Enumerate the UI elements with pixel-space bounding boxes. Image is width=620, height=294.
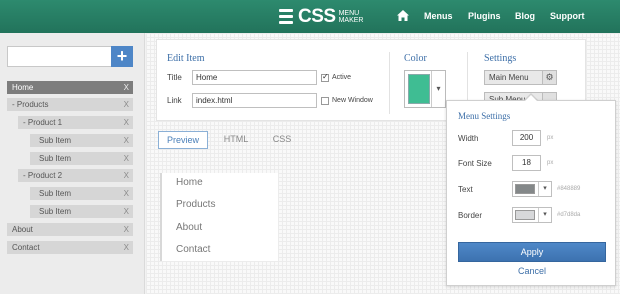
active-label: Active xyxy=(332,74,352,81)
width-input[interactable]: 200 xyxy=(512,130,541,146)
remove-icon[interactable]: X xyxy=(124,223,129,236)
title-label: Title xyxy=(167,73,182,82)
logo-icon xyxy=(279,7,295,27)
text-color-swatch xyxy=(515,184,535,194)
menu-settings-title: Menu Settings xyxy=(458,111,511,121)
logo-subtext: MENU MAKER xyxy=(338,10,364,24)
chevron-down-icon[interactable]: ▾ xyxy=(431,71,445,107)
remove-icon[interactable]: X xyxy=(124,152,129,165)
border-color-hex: #d7d8da xyxy=(557,212,581,218)
chevron-down-icon[interactable]: ▾ xyxy=(538,182,551,196)
new-window-checkbox[interactable] xyxy=(321,97,329,105)
main-menu-button[interactable]: Main Menu xyxy=(484,70,543,85)
color-title: Color xyxy=(404,53,427,64)
popup-arrow-inner xyxy=(524,95,538,102)
logo-text: CSS xyxy=(298,6,336,27)
border-color-label: Border xyxy=(458,211,483,220)
text-color-hex: #848889 xyxy=(557,186,581,192)
font-size-unit: px xyxy=(547,160,554,166)
title-input[interactable]: Home xyxy=(192,70,317,85)
new-window-label: New Window xyxy=(332,97,373,104)
remove-icon[interactable]: X xyxy=(124,241,129,254)
menu-preview: Home Products About Contact xyxy=(160,173,278,261)
edit-item-title: Edit Item xyxy=(167,53,205,64)
cancel-link[interactable]: Cancel xyxy=(447,266,617,276)
remove-icon[interactable]: X xyxy=(124,116,129,129)
nav-blog[interactable]: Blog xyxy=(515,11,535,21)
tree-item-product-2[interactable]: - Product 2 X xyxy=(18,169,133,182)
apply-button[interactable]: Apply xyxy=(458,242,606,262)
sidebar: + Home X - Products X - Product 1 X Sub … xyxy=(0,33,145,294)
tree-item-products[interactable]: - Products X xyxy=(7,98,133,111)
active-checkbox[interactable] xyxy=(321,72,329,82)
tree-item-sub-item[interactable]: Sub Item X xyxy=(30,134,133,147)
new-item-input[interactable] xyxy=(7,46,111,67)
remove-icon[interactable]: X xyxy=(124,134,129,147)
add-item-button[interactable]: + xyxy=(111,46,133,67)
preview-item-contact[interactable]: Contact xyxy=(176,244,210,255)
home-icon[interactable] xyxy=(397,10,409,21)
remove-icon[interactable]: X xyxy=(124,187,129,200)
tab-css[interactable]: CSS xyxy=(264,131,300,149)
remove-icon[interactable]: X xyxy=(124,169,129,182)
text-color-label: Text xyxy=(458,185,473,194)
chevron-down-icon[interactable]: ▾ xyxy=(538,208,551,222)
nav-support[interactable]: Support xyxy=(550,11,585,21)
logo[interactable]: CSS MENU MAKER xyxy=(279,6,363,28)
tree-item-product-1[interactable]: - Product 1 X xyxy=(18,116,133,129)
border-color-swatch xyxy=(515,210,535,220)
width-unit: px xyxy=(547,135,554,141)
text-color-picker[interactable]: ▾ xyxy=(512,181,552,197)
preview-item-home[interactable]: Home xyxy=(176,177,203,188)
tab-preview[interactable]: Preview xyxy=(158,131,208,149)
tree-item-sub-item[interactable]: Sub Item X xyxy=(30,187,133,200)
font-size-label: Font Size xyxy=(458,159,492,168)
gear-icon[interactable]: ⚙ xyxy=(542,70,557,85)
remove-icon[interactable]: X xyxy=(124,205,129,218)
color-swatch xyxy=(408,74,430,104)
remove-icon[interactable]: X xyxy=(124,98,129,111)
tree-item-sub-item[interactable]: Sub Item X xyxy=(30,152,133,165)
link-label: Link xyxy=(167,96,182,105)
font-size-input[interactable]: 18 xyxy=(512,155,541,171)
tree-item-sub-item[interactable]: Sub Item X xyxy=(30,205,133,218)
top-header: CSS MENU MAKER Menus Plugins Blog Suppor… xyxy=(0,0,620,33)
remove-icon[interactable]: X xyxy=(124,81,129,94)
width-label: Width xyxy=(458,134,479,143)
link-input[interactable]: index.html xyxy=(192,93,317,108)
nav-menus[interactable]: Menus xyxy=(424,11,453,21)
menu-settings-popup: Menu Settings Width 200 px Font Size 18 … xyxy=(446,100,616,286)
tab-html[interactable]: HTML xyxy=(216,131,256,149)
tree-item-contact[interactable]: Contact X xyxy=(7,241,133,254)
preview-item-about[interactable]: About xyxy=(176,222,202,233)
tree-item-home[interactable]: Home X xyxy=(7,81,133,94)
preview-item-products[interactable]: Products xyxy=(176,199,215,210)
color-picker[interactable]: ▾ xyxy=(404,70,446,108)
tree-item-about[interactable]: About X xyxy=(7,223,133,236)
border-color-picker[interactable]: ▾ xyxy=(512,207,552,223)
divider xyxy=(389,52,390,114)
nav-plugins[interactable]: Plugins xyxy=(468,11,501,21)
settings-title: Settings xyxy=(484,53,517,64)
